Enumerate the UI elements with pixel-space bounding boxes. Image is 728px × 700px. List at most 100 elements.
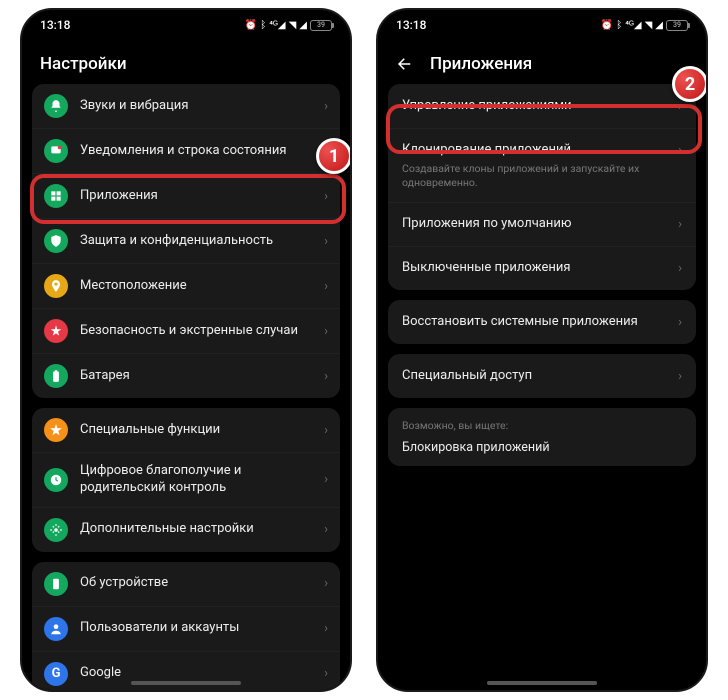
chevron-right-icon: › (324, 621, 328, 636)
user-icon (44, 617, 68, 641)
row-battery[interactable]: Батарея › (32, 353, 340, 398)
emergency-icon (44, 319, 68, 343)
chevron-right-icon: › (678, 143, 682, 158)
signal-icon: ◢ (655, 20, 663, 31)
page-header: Приложения (378, 40, 706, 84)
chevron-right-icon: › (324, 279, 328, 294)
phone-settings: 13:18 ⏰ ᛒ ⁴ᴳ◢ ◥ ◢ 39 Настройки Звуки и в… (20, 8, 352, 692)
row-subtitle: Создавайте клоны приложений и запускайте… (402, 162, 682, 189)
wifi-icon: ◥ (645, 20, 653, 31)
row-sounds[interactable]: Звуки и вибрация › (32, 84, 340, 128)
star-icon (44, 418, 68, 442)
page-title: Приложения (430, 54, 532, 74)
chevron-right-icon: › (324, 99, 328, 114)
alarm-icon: ⏰ (245, 20, 257, 31)
row-label: Приложения (80, 188, 316, 205)
hint-item[interactable]: Блокировка приложений (402, 440, 682, 455)
apps-group-3: Специальный доступ › (388, 354, 696, 398)
row-special-access[interactable]: Специальный доступ › (388, 354, 696, 398)
row-about[interactable]: Об устройстве › (32, 562, 340, 606)
battery-icon (44, 364, 68, 388)
settings-group-1: Звуки и вибрация › Уведомления и строка … (32, 84, 340, 398)
network-icon: ⁴ᴳ◢ (269, 20, 285, 31)
home-indicator[interactable] (131, 681, 241, 685)
status-bar: 13:18 ⏰ ᛒ ⁴ᴳ◢ ◥ ◢ 39 (378, 10, 706, 40)
row-apps[interactable]: Приложения › (32, 173, 340, 218)
settings-group-3: Об устройстве › Пользователи и аккаунты … (32, 562, 340, 692)
page-title: Настройки (22, 40, 350, 84)
shield-icon (44, 229, 68, 253)
status-indicators: ⏰ ᛒ ⁴ᴳ◢ ◥ ◢ 39 (245, 20, 332, 31)
chevron-right-icon: › (324, 576, 328, 591)
row-label: Защита и конфиденциальность (80, 233, 316, 250)
chevron-right-icon: › (678, 217, 682, 232)
row-label: Приложения по умолчанию (402, 216, 670, 233)
apps-group-2: Восстановить системные приложения › (388, 300, 696, 344)
row-manage-apps[interactable]: Управление приложениями › (388, 84, 696, 128)
row-label: Звуки и вибрация (80, 98, 316, 115)
row-location[interactable]: Местоположение › (32, 263, 340, 308)
network-icon: ⁴ᴳ◢ (625, 20, 641, 31)
step-badge-1: 1 (316, 138, 352, 174)
row-label: Выключенные приложения (402, 260, 670, 277)
battery-icon: 39 (666, 20, 688, 31)
row-label: Пользователи и аккаунты (80, 620, 316, 637)
row-label: Специальный доступ (402, 368, 670, 385)
notify-icon (44, 139, 68, 163)
hint-group: Возможно, вы ищете: Блокировка приложени… (388, 408, 696, 466)
row-google[interactable]: G Google › (32, 651, 340, 692)
settings-list: Звуки и вибрация › Уведомления и строка … (22, 84, 350, 692)
status-bar: 13:18 ⏰ ᛒ ⁴ᴳ◢ ◥ ◢ 39 (22, 10, 350, 40)
back-button[interactable] (396, 55, 414, 73)
chevron-right-icon: › (324, 472, 328, 487)
row-disabled-apps[interactable]: Выключенные приложения › (388, 246, 696, 290)
row-label: Цифровое благополучие и родительский кон… (80, 463, 316, 497)
chevron-right-icon: › (324, 666, 328, 681)
row-restore-system[interactable]: Восстановить системные приложения › (388, 300, 696, 344)
status-time: 13:18 (40, 18, 70, 32)
row-additional[interactable]: Дополнительные настройки › (32, 507, 340, 552)
wellbeing-icon (44, 468, 68, 492)
bluetooth-icon: ᛒ (616, 20, 622, 31)
row-default-apps[interactable]: Приложения по умолчанию › (388, 202, 696, 246)
row-label: Местоположение (80, 278, 316, 295)
step-badge-2: 2 (672, 66, 708, 102)
wifi-icon: ◥ (289, 20, 297, 31)
row-label: Об устройстве (80, 575, 316, 592)
chevron-right-icon: › (324, 423, 328, 438)
hint-label: Возможно, вы ищете: (402, 419, 682, 432)
row-special[interactable]: Специальные функции › (32, 408, 340, 452)
chevron-right-icon: › (678, 315, 682, 330)
bell-icon (44, 94, 68, 118)
row-wellbeing[interactable]: Цифровое благополучие и родительский кон… (32, 452, 340, 507)
row-label: Управление приложениями (402, 98, 670, 115)
row-label: Батарея (80, 368, 316, 385)
row-users[interactable]: Пользователи и аккаунты › (32, 606, 340, 651)
signal-icon: ◢ (299, 20, 307, 31)
apps-list: Управление приложениями › Клонирование п… (378, 84, 706, 466)
row-label: Специальные функции (80, 422, 316, 439)
row-label: Безопасность и экстренные случаи (80, 323, 316, 340)
alarm-icon: ⏰ (601, 20, 613, 31)
apps-icon (44, 184, 68, 208)
row-clone-apps[interactable]: Клонирование приложений › Создавайте кло… (388, 128, 696, 202)
row-privacy[interactable]: Защита и конфиденциальность › (32, 218, 340, 263)
row-emergency[interactable]: Безопасность и экстренные случаи › (32, 308, 340, 353)
apps-group-1: Управление приложениями › Клонирование п… (388, 84, 696, 290)
row-label: Дополнительные настройки (80, 521, 316, 538)
google-icon: G (44, 662, 68, 686)
home-indicator[interactable] (487, 681, 597, 685)
battery-icon: 39 (310, 20, 332, 31)
gear-icon (44, 518, 68, 542)
row-label: Уведомления и строка состояния (80, 143, 316, 160)
phone-apps: 13:18 ⏰ ᛒ ⁴ᴳ◢ ◥ ◢ 39 Приложения Управлен… (376, 8, 708, 692)
chevron-right-icon: › (324, 189, 328, 204)
device-icon (44, 572, 68, 596)
row-notifications[interactable]: Уведомления и строка состояния › (32, 128, 340, 173)
chevron-right-icon: › (678, 99, 682, 114)
status-time: 13:18 (396, 18, 426, 32)
chevron-right-icon: › (678, 261, 682, 276)
chevron-right-icon: › (324, 234, 328, 249)
chevron-right-icon: › (324, 324, 328, 339)
row-label: Восстановить системные приложения (402, 314, 670, 331)
